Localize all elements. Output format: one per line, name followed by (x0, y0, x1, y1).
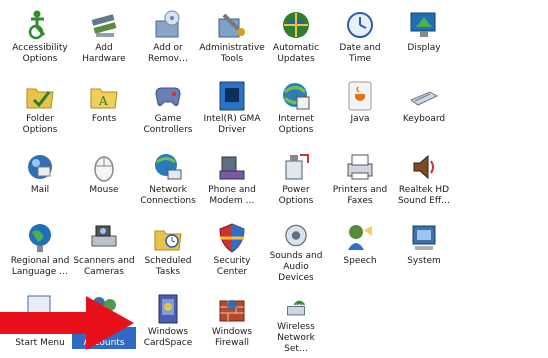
firewall-icon (219, 300, 245, 322)
item-label: Display (407, 43, 441, 53)
item-label: Fonts (91, 114, 117, 124)
speech-icon (348, 225, 372, 250)
control-panel-item-date-and-time[interactable]: Date and Time (328, 9, 392, 71)
globe-icon (29, 224, 51, 252)
item-label: Mouse (89, 185, 119, 195)
control-panel-item-display[interactable]: Display (392, 9, 456, 71)
item-label: Regional and Language … (10, 256, 70, 277)
control-panel-item-folder-options[interactable]: Folder Options (8, 80, 72, 142)
control-panel-item-intel-r-gma-driver[interactable]: Intel(R) GMA Driver (200, 80, 264, 142)
control-panel-item-add-or-remov[interactable]: Add or Remov… (136, 9, 200, 71)
control-panel-item-scanners-and-cameras[interactable]: Scanners and Cameras (72, 222, 136, 284)
control-panel-item-mail[interactable]: Mail (8, 151, 72, 213)
item-label: Folder Options (22, 114, 58, 135)
control-panel-item-administrative-tools[interactable]: Administrative Tools (199, 9, 265, 71)
item-label: Add or Remov… (148, 43, 188, 64)
item-label: Phone and Modem … (208, 185, 256, 206)
control-panel-item-regional-and-language[interactable]: Regional and Language … (8, 222, 72, 284)
item-label: System (407, 256, 441, 266)
item-label: Security Center (213, 256, 251, 277)
item-label: Network Connections (140, 185, 196, 206)
control-panel-item-system[interactable]: System (392, 222, 456, 284)
item-label: Scanners and Cameras (73, 256, 135, 277)
control-panel-item-network-connections[interactable]: Network Connections (136, 151, 200, 213)
item-label: Printers and Faxes (332, 185, 388, 206)
item-label: Game Controllers (143, 114, 193, 135)
system-icon (412, 225, 436, 250)
item-label: Wireless Network Set… (277, 322, 315, 354)
svg-text:A: A (98, 94, 108, 108)
add-hardware-icon (91, 14, 117, 37)
folder-options-icon (26, 88, 54, 109)
add-remove-programs-icon (155, 10, 180, 38)
control-panel-item-security-center[interactable]: Security Center (200, 222, 264, 284)
control-panel-item-sounds-and-audio-devices[interactable]: Sounds and Audio Devices (264, 222, 328, 284)
item-label: Add Hardware (82, 43, 126, 64)
control-panel-item-printers-and-faxes[interactable]: Printers and Faxes (328, 151, 392, 213)
red-arrow-icon (0, 296, 134, 350)
sounds-audio-icon (285, 224, 307, 247)
network-connections-icon (155, 154, 182, 180)
power-options-icon (285, 154, 309, 180)
intel-gma-icon (219, 81, 245, 111)
java-icon (348, 81, 372, 111)
item-label: Date and Time (339, 43, 381, 64)
scheduled-tasks-icon (154, 230, 182, 251)
item-label: Power Options (278, 185, 314, 206)
keyboard-icon (409, 91, 439, 106)
speaker-icon (413, 154, 434, 180)
item-label: Speech (343, 256, 377, 266)
control-panel-item-game-controllers[interactable]: Game Controllers (136, 80, 200, 142)
control-panel-item-windows-firewall[interactable]: Windows Firewall (200, 293, 264, 355)
cardspace-icon (158, 294, 178, 324)
control-panel-item-keyboard[interactable]: Keyboard (392, 80, 456, 142)
item-label: Realtek HD Sound Eff… (397, 185, 451, 206)
control-panel-item-java[interactable]: Java (328, 80, 392, 142)
internet-options-icon (283, 83, 310, 110)
control-panel-item-phone-and-modem[interactable]: Phone and Modem … (200, 151, 264, 213)
item-label: Scheduled Tasks (144, 256, 192, 277)
item-label: Mail (30, 185, 50, 195)
item-label: Keyboard (402, 114, 446, 124)
control-panel-item-automatic-updates[interactable]: Automatic Updates (264, 9, 328, 71)
item-label: Windows CardSpace (143, 327, 193, 348)
control-panel-item-realtek-hd-sound-eff[interactable]: Realtek HD Sound Eff… (392, 151, 456, 213)
accessibility-icon (28, 10, 46, 40)
display-icon (410, 12, 436, 37)
wireless-network-icon (287, 300, 306, 316)
control-panel-item-speech[interactable]: Speech (328, 222, 392, 284)
administrative-tools-icon (218, 13, 245, 38)
item-label: Java (350, 114, 370, 124)
control-panel-item-mouse[interactable]: Mouse (72, 151, 136, 213)
control-panel-item-windows-cardspace[interactable]: Windows CardSpace (136, 293, 200, 355)
control-panel-item-wireless-network-set[interactable]: Wireless Network Set… (264, 293, 328, 355)
printers-faxes-icon (347, 154, 373, 180)
control-panel-item-fonts[interactable]: A Fonts (72, 80, 136, 142)
scanner-camera-icon (91, 225, 117, 247)
date-time-icon (347, 12, 373, 38)
security-shield-icon (219, 223, 245, 253)
control-panel-item-scheduled-tasks[interactable]: Scheduled Tasks (136, 222, 200, 284)
control-panel-item-add-hardware[interactable]: Add Hardware (72, 9, 136, 71)
item-label: Internet Options (278, 114, 314, 135)
item-label: Administrative Tools (199, 43, 265, 64)
item-label: Windows Firewall (211, 327, 253, 348)
mouse-icon (94, 156, 114, 182)
automatic-updates-icon (283, 12, 309, 38)
control-panel-item-power-options[interactable]: Power Options (264, 151, 328, 213)
item-label: Accessibility Options (12, 43, 68, 64)
game-controller-icon (155, 87, 181, 107)
control-panel-item-internet-options[interactable]: Internet Options (264, 80, 328, 142)
item-label: Automatic Updates (272, 43, 320, 64)
phone-modem-icon (219, 156, 245, 180)
item-label: Intel(R) GMA Driver (203, 114, 261, 135)
mail-icon (28, 155, 52, 179)
item-label: Sounds and Audio Devices (269, 251, 323, 283)
fonts-folder-icon: A (90, 88, 118, 109)
control-panel-item-accessibility-options[interactable]: Accessibility Options (8, 9, 72, 71)
